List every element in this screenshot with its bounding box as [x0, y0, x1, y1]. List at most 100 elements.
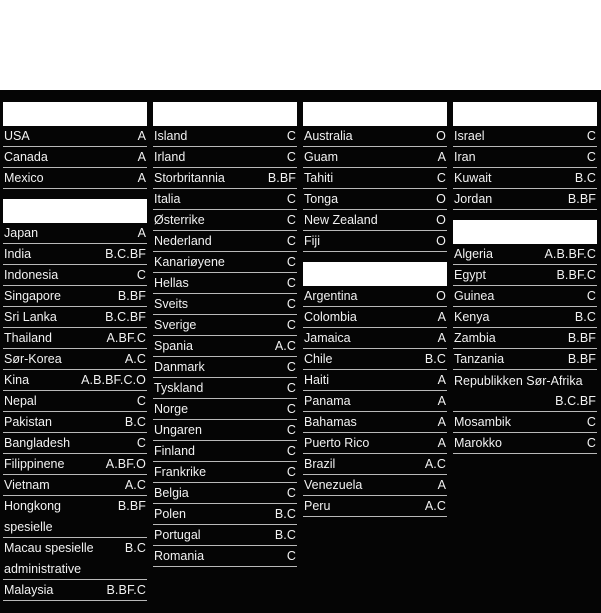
country-name: Haiti: [304, 373, 330, 387]
table-row[interactable]: Nederland C: [153, 231, 297, 252]
country-name: Singapore: [4, 289, 61, 303]
table-row[interactable]: Guinea C: [453, 286, 597, 307]
table-row[interactable]: Pakistan B.C: [3, 412, 147, 433]
table-row[interactable]: Sør-Korea A.C: [3, 349, 147, 370]
table-row[interactable]: Canada A: [3, 147, 147, 168]
visa-code: A.B.BF.C: [544, 247, 596, 261]
table-row[interactable]: Bangladesh C: [3, 433, 147, 454]
table-row[interactable]: Filippinene A.BF.O: [3, 454, 147, 475]
page-root: USA A Canada A Mexico A Japan A India B.C.BF Indon…: [0, 0, 601, 613]
table-row[interactable]: Israel C: [453, 126, 597, 147]
table-row[interactable]: Norge C: [153, 399, 297, 420]
visa-code: B.BF: [567, 192, 596, 206]
country-name: Australia: [304, 129, 353, 143]
table-row[interactable]: Australia O: [303, 126, 447, 147]
visa-code: B.C: [124, 541, 146, 555]
table-row[interactable]: Japan A: [3, 223, 147, 244]
table-row[interactable]: Malaysia B.BF.C: [3, 580, 147, 601]
country-name: Hongkong spesielle administrative region: [4, 499, 61, 534]
visa-code: C: [286, 255, 296, 269]
table-row[interactable]: Frankrike C: [153, 462, 297, 483]
table-row[interactable]: Polen B.C: [153, 504, 297, 525]
country-name: Sør-Korea: [4, 352, 62, 366]
table-row[interactable]: Spania A.C: [153, 336, 297, 357]
table-row[interactable]: Tonga O: [303, 189, 447, 210]
visa-code: C: [286, 129, 296, 143]
table-row[interactable]: USA A: [3, 126, 147, 147]
visa-code: B.BF: [117, 289, 146, 303]
table-row[interactable]: Mosambik C: [453, 412, 597, 433]
table-row[interactable]: Marokko C: [453, 433, 597, 454]
table-row[interactable]: Colombia A: [303, 307, 447, 328]
table-row[interactable]: Romania C: [153, 546, 297, 567]
visa-code: O: [436, 289, 446, 303]
table-row[interactable]: Irland C: [153, 147, 297, 168]
country-name: Portugal: [154, 528, 201, 542]
table-row[interactable]: Kenya B.C: [453, 307, 597, 328]
table-row[interactable]: Kina A.B.BF.C.O: [3, 370, 147, 391]
visa-code: B.BF: [567, 352, 596, 366]
country-name: Bangladesh: [4, 436, 71, 450]
visa-code: B.C.BF: [105, 247, 146, 261]
table-row[interactable]: Puerto Rico A: [303, 433, 447, 454]
table-row[interactable]: Singapore B.BF: [3, 286, 147, 307]
country-name: Republikken Sør-Afrika: [454, 374, 583, 388]
table-row[interactable]: Iran C: [453, 147, 597, 168]
visa-code: A: [137, 226, 146, 240]
table-row[interactable]: Tanzania B.BF: [453, 349, 597, 370]
table-row[interactable]: Ungaren C: [153, 420, 297, 441]
table-row[interactable]: Finland C: [153, 441, 297, 462]
table-row[interactable]: Fiji O: [303, 231, 447, 252]
table-row[interactable]: Hellas C: [153, 273, 297, 294]
table-row[interactable]: Vietnam A.C: [3, 475, 147, 496]
table-row[interactable]: Storbritannia B.BF: [153, 168, 297, 189]
table-row[interactable]: Indonesia C: [3, 265, 147, 286]
table-row[interactable]: Tyskland C: [153, 378, 297, 399]
visa-code: A.C: [424, 499, 446, 513]
table-row[interactable]: Panama A: [303, 391, 447, 412]
table-row[interactable]: Bahamas A: [303, 412, 447, 433]
table-row[interactable]: Portugal B.C: [153, 525, 297, 546]
table-row[interactable]: Guam A: [303, 147, 447, 168]
visa-code: C: [136, 436, 146, 450]
table-row[interactable]: Thailand A.BF.C: [3, 328, 147, 349]
table-row[interactable]: Brazil A.C: [303, 454, 447, 475]
country-name: Tanzania: [454, 352, 505, 366]
table-row[interactable]: Egypt B.BF.C: [453, 265, 597, 286]
table-row[interactable]: Haiti A: [303, 370, 447, 391]
table-row[interactable]: India B.C.BF: [3, 244, 147, 265]
country-name: Bahamas: [304, 415, 357, 429]
table-row[interactable]: Tahiti C: [303, 168, 447, 189]
table-row[interactable]: Peru A.C: [303, 496, 447, 517]
group-header-box: [453, 220, 597, 244]
table-row[interactable]: Republikken Sør-Afrika B.C.BF: [453, 370, 597, 412]
table-row[interactable]: Nepal C: [3, 391, 147, 412]
country-name: Panama: [304, 394, 351, 408]
table-row[interactable]: Jamaica A: [303, 328, 447, 349]
table-row[interactable]: Belgia C: [153, 483, 297, 504]
table-row[interactable]: Kuwait B.C: [453, 168, 597, 189]
table-row[interactable]: Argentina O: [303, 286, 447, 307]
table-row[interactable]: Zambia B.BF: [453, 328, 597, 349]
table-row[interactable]: New Zealand O: [303, 210, 447, 231]
table-row[interactable]: Algeria A.B.BF.C: [453, 244, 597, 265]
table-row[interactable]: Jordan B.BF: [453, 189, 597, 210]
table-row[interactable]: Kanariøyene C: [153, 252, 297, 273]
visa-code: C: [286, 381, 296, 395]
table-row[interactable]: Island C: [153, 126, 297, 147]
table-row[interactable]: Italia C: [153, 189, 297, 210]
table-row[interactable]: Venezuela A: [303, 475, 447, 496]
table-row[interactable]: Hongkong spesielle administrative region…: [3, 496, 147, 538]
visa-code: B.BF: [567, 331, 596, 345]
table-row[interactable]: Sri Lanka B.C.BF: [3, 307, 147, 328]
visa-code: C: [286, 276, 296, 290]
table-row[interactable]: Macau spesielle administrative region B.C: [3, 538, 147, 580]
table-row[interactable]: Sverige C: [153, 315, 297, 336]
table-row[interactable]: Danmark C: [153, 357, 297, 378]
table-row[interactable]: Mexico A: [3, 168, 147, 189]
table-row[interactable]: Sveits C: [153, 294, 297, 315]
row-content: Macau spesielle administrative region B.C: [4, 538, 146, 579]
table-row[interactable]: Chile B.C: [303, 349, 447, 370]
table-row[interactable]: Østerrike C: [153, 210, 297, 231]
group-header-box: [453, 102, 597, 126]
